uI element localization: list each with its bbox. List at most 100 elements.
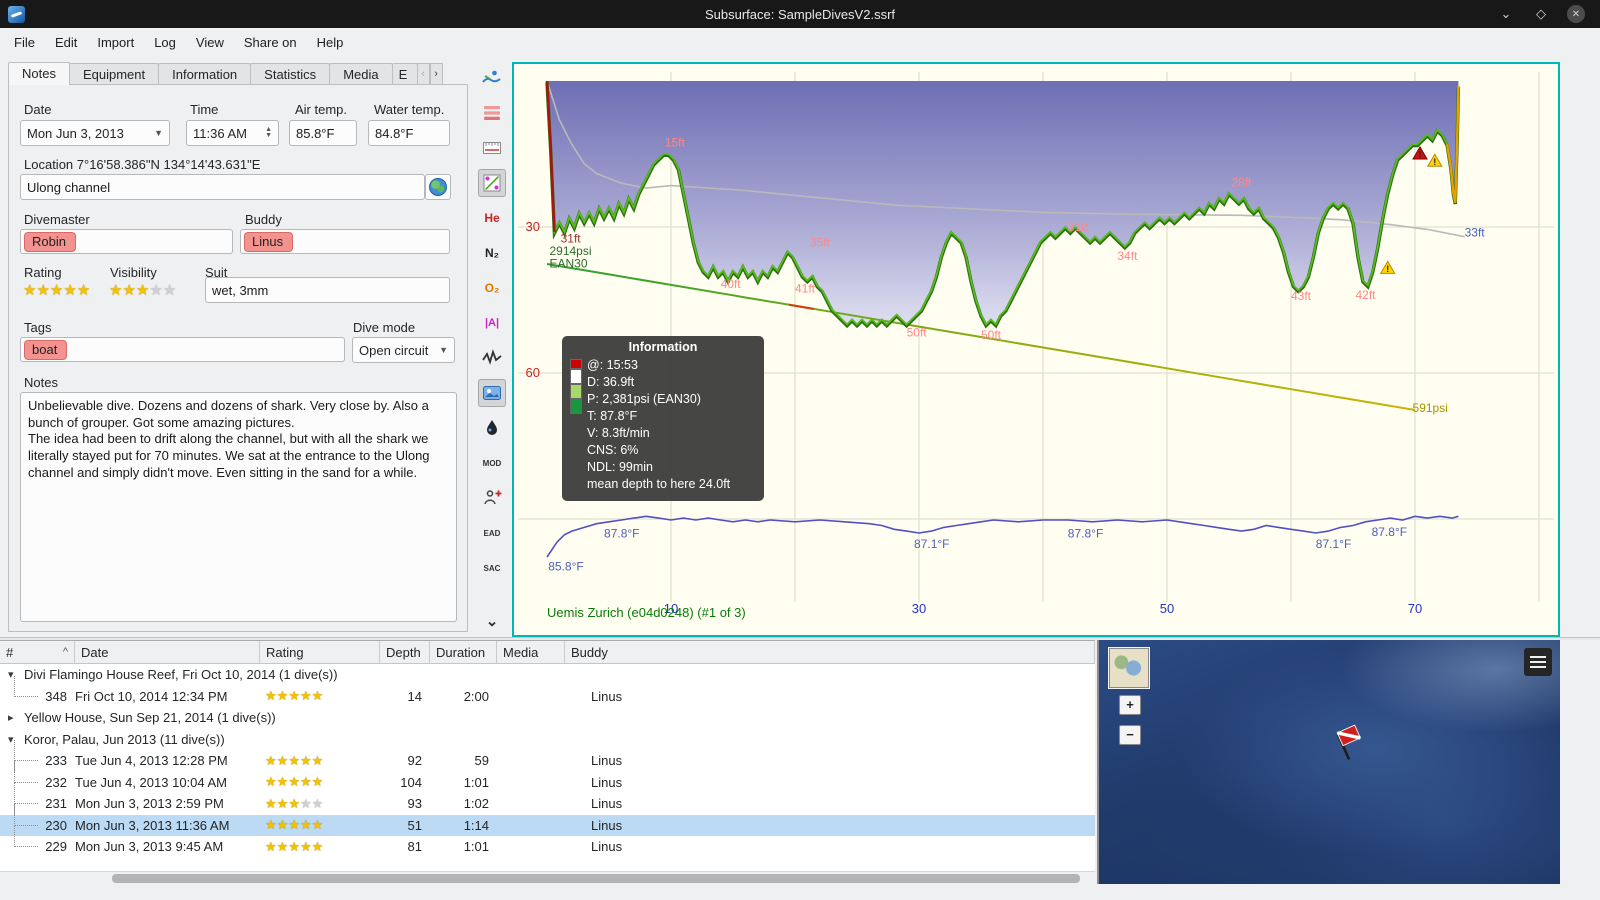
star-icon[interactable]: ★ bbox=[109, 282, 122, 299]
star-icon[interactable]: ★ bbox=[23, 282, 36, 299]
warning-icon[interactable]: ! bbox=[1426, 153, 1443, 167]
column-header-rating[interactable]: Rating bbox=[260, 641, 380, 663]
star-icon[interactable]: ★ bbox=[163, 282, 176, 299]
deco-icon[interactable] bbox=[478, 484, 506, 512]
window-titlebar[interactable]: Subsurface: SampleDivesV2.ssrf ⌄ ◇ ✕ bbox=[0, 0, 1600, 28]
dive-computer-icon[interactable] bbox=[478, 64, 506, 92]
column-header-buddy[interactable]: Buddy bbox=[565, 641, 1095, 663]
ead-icon[interactable]: EAD bbox=[478, 519, 506, 547]
map-zoom-out-button[interactable]: − bbox=[1119, 725, 1141, 745]
scale-picture-icon[interactable] bbox=[478, 169, 506, 197]
caret-collapsed-icon[interactable]: ▸ bbox=[8, 711, 24, 724]
map-zoom-in-button[interactable]: + bbox=[1119, 695, 1141, 715]
tissues-icon[interactable]: |A| bbox=[478, 309, 506, 337]
menu-log[interactable]: Log bbox=[144, 31, 186, 54]
menu-share-on[interactable]: Share on bbox=[234, 31, 307, 54]
minimize-icon[interactable]: ⌄ bbox=[1497, 5, 1515, 23]
date-select[interactable]: Mon Jun 3, 2013 ▼ bbox=[20, 120, 170, 146]
time-stepper[interactable]: 11:36 AM ▲ ▼ bbox=[186, 120, 279, 146]
mod-icon[interactable]: MOD bbox=[478, 449, 506, 477]
warning-icon[interactable]: ! bbox=[1379, 260, 1396, 274]
star-icon[interactable]: ★ bbox=[288, 774, 300, 789]
water-temp-field[interactable] bbox=[368, 120, 450, 146]
star-icon[interactable]: ★ bbox=[288, 817, 300, 832]
menu-import[interactable]: Import bbox=[87, 31, 144, 54]
tab-information[interactable]: Information bbox=[158, 63, 252, 85]
location-field[interactable] bbox=[20, 174, 425, 200]
star-icon[interactable]: ★ bbox=[36, 282, 49, 299]
column-header-date[interactable]: Date bbox=[75, 641, 260, 663]
star-icon[interactable]: ★ bbox=[63, 282, 76, 299]
star-icon[interactable]: ★ bbox=[312, 796, 324, 811]
dive-mode-select[interactable]: Open circuit ▼ bbox=[352, 337, 455, 363]
column-header-depth[interactable]: Depth bbox=[380, 641, 430, 663]
star-icon[interactable]: ★ bbox=[312, 688, 324, 703]
map-menu-button[interactable] bbox=[1524, 648, 1552, 676]
dive-row-348[interactable]: 348 Fri Oct 10, 2014 12:34 PM ★★★★★ 14 2:00 L… bbox=[0, 675, 1095, 708]
air-temp-field[interactable] bbox=[289, 120, 357, 146]
star-icon[interactable]: ★ bbox=[122, 282, 135, 299]
map-location-button[interactable] bbox=[425, 174, 451, 200]
notes-field[interactable]: Unbelievable dive. Dozens and dozens of … bbox=[20, 392, 457, 622]
star-icon[interactable]: ★ bbox=[312, 753, 324, 768]
trip-row[interactable]: ▾ Divi Flamingo House Reef, Fri Oct 10, 2… bbox=[0, 664, 1095, 686]
tab-equipment[interactable]: Equipment bbox=[68, 63, 160, 85]
dive-row-231[interactable]: 231 Mon Jun 3, 2013 2:59 PM ★★★★★ 93 1:02 Lin… bbox=[0, 783, 1095, 815]
map-panel[interactable]: + − bbox=[1097, 640, 1560, 884]
n2-partial-pressure-icon[interactable]: N₂ bbox=[478, 239, 506, 267]
spinner-arrows-icon[interactable]: ▲ ▼ bbox=[265, 126, 272, 139]
star-icon[interactable]: ★ bbox=[265, 774, 277, 789]
close-icon[interactable]: ✕ bbox=[1567, 5, 1585, 23]
star-icon[interactable]: ★ bbox=[265, 753, 277, 768]
scrollbar-handle[interactable] bbox=[112, 874, 1080, 883]
tab-notes[interactable]: Notes bbox=[8, 62, 70, 85]
star-icon[interactable]: ★ bbox=[265, 817, 277, 832]
tab-statistics[interactable]: Statistics bbox=[250, 63, 331, 85]
dive-profile-panel[interactable]: 10 30 50 70 30 60 15ft 31ft 2914psi EAN30 40ft 41ft… bbox=[512, 62, 1560, 637]
star-icon[interactable]: ★ bbox=[288, 839, 300, 854]
menu-edit[interactable]: Edit bbox=[45, 31, 87, 54]
horizontal-scrollbar[interactable] bbox=[0, 871, 1095, 884]
dive-row-232[interactable]: 232 Tue Jun 4, 2013 10:04 AM ★★★★★ 104 1:01 L… bbox=[0, 761, 1095, 794]
gas-icon[interactable] bbox=[478, 414, 506, 442]
star-icon[interactable]: ★ bbox=[136, 282, 149, 299]
dive-flag-marker[interactable] bbox=[1321, 720, 1367, 766]
star-icon[interactable]: ★ bbox=[300, 774, 312, 789]
tab-scroll-right-icon[interactable]: › bbox=[429, 63, 443, 85]
column-header-media[interactable]: Media bbox=[497, 641, 565, 663]
star-icon[interactable]: ★ bbox=[300, 839, 312, 854]
star-icon[interactable]: ★ bbox=[312, 817, 324, 832]
star-icon[interactable]: ★ bbox=[288, 753, 300, 768]
ruler-icon[interactable] bbox=[478, 134, 506, 162]
star-icon[interactable]: ★ bbox=[265, 688, 277, 703]
star-icon[interactable]: ★ bbox=[265, 796, 277, 811]
menu-file[interactable]: File bbox=[4, 31, 45, 54]
dive-row-229[interactable]: 229 Mon Jun 3, 2013 9:45 AM ★★★★★ 81 1:01 Lin… bbox=[0, 826, 1095, 858]
star-icon[interactable]: ★ bbox=[277, 753, 289, 768]
menu-view[interactable]: View bbox=[186, 31, 234, 54]
collapse-toolbar-icon[interactable]: ⌄ bbox=[478, 607, 506, 635]
star-icon[interactable]: ★ bbox=[312, 839, 324, 854]
star-icon[interactable]: ★ bbox=[77, 282, 90, 299]
trip-row[interactable]: ▾ Koror, Palau, Jun 2013 (11 dive(s)) bbox=[0, 729, 1095, 751]
column-header-duration[interactable]: Duration bbox=[430, 641, 497, 663]
star-icon[interactable]: ★ bbox=[300, 688, 312, 703]
star-icon[interactable]: ★ bbox=[277, 688, 289, 703]
star-icon[interactable]: ★ bbox=[300, 817, 312, 832]
star-icon[interactable]: ★ bbox=[265, 839, 277, 854]
star-icon[interactable]: ★ bbox=[277, 796, 289, 811]
tab-media[interactable]: Media bbox=[329, 63, 393, 85]
star-icon[interactable]: ★ bbox=[288, 688, 300, 703]
divemaster-field[interactable]: Robin bbox=[20, 229, 233, 254]
star-icon[interactable]: ★ bbox=[277, 774, 289, 789]
maximize-icon[interactable]: ◇ bbox=[1532, 5, 1550, 23]
tab-e[interactable]: E bbox=[391, 63, 418, 85]
dive-row-230[interactable]: 230 Mon Jun 3, 2013 11:36 AM ★★★★★ 51 1:14 Li… bbox=[0, 804, 1095, 837]
suit-field[interactable] bbox=[205, 277, 450, 303]
he-partial-pressure-icon[interactable]: He bbox=[478, 204, 506, 232]
star-icon[interactable]: ★ bbox=[300, 796, 312, 811]
tab-scroll-left-icon[interactable]: ‹ bbox=[416, 63, 430, 85]
star-icon[interactable]: ★ bbox=[277, 839, 289, 854]
sac-icon[interactable]: SAC bbox=[478, 554, 506, 582]
o2-partial-pressure-icon[interactable]: O₂ bbox=[478, 274, 506, 302]
